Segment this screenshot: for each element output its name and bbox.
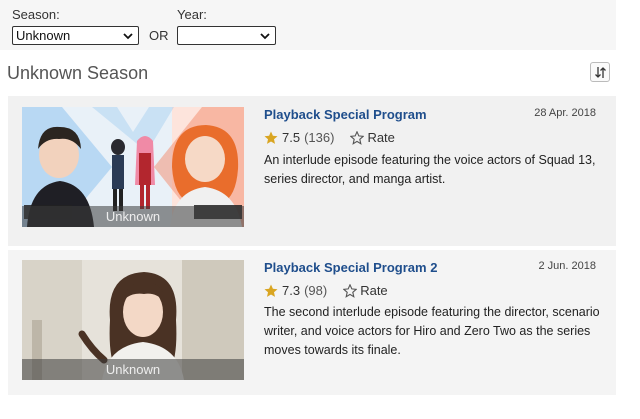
sort-button[interactable] bbox=[590, 62, 610, 82]
thumbnail-caption: Unknown bbox=[22, 359, 244, 380]
star-outline-icon bbox=[343, 283, 358, 298]
episode-rating: 7.5 (136) Rate bbox=[264, 130, 395, 145]
episode-thumbnail[interactable]: Unknown bbox=[22, 107, 244, 227]
rate-label: Rate bbox=[367, 130, 395, 145]
episode-synopsis: An interlude episode featuring the voice… bbox=[264, 153, 596, 186]
episode-title-link[interactable]: Playback Special Program bbox=[264, 107, 427, 122]
year-select[interactable] bbox=[177, 26, 276, 45]
season-select-value: Unknown bbox=[16, 28, 71, 43]
season-label: Season: bbox=[12, 7, 60, 22]
rating-value: 7.5 bbox=[282, 130, 301, 145]
section-title: Unknown Season bbox=[7, 63, 149, 83]
thumbnail-caption: Unknown bbox=[22, 206, 244, 227]
episode-card: Unknown Playback Special Program 28 Apr.… bbox=[8, 96, 616, 246]
year-label: Year: bbox=[177, 7, 207, 22]
star-outline-icon bbox=[350, 130, 365, 145]
chevron-down-icon bbox=[260, 33, 270, 40]
chevron-down-icon bbox=[123, 33, 133, 40]
episode-date: 28 Apr. 2018 bbox=[534, 107, 596, 119]
episode-synopsis: The second interlude episode featuring t… bbox=[264, 305, 600, 357]
rate-button[interactable]: Rate bbox=[343, 283, 388, 298]
star-icon bbox=[264, 131, 278, 144]
rating-votes: (98) bbox=[304, 283, 328, 298]
sort-icon bbox=[595, 67, 606, 78]
or-label: OR bbox=[149, 28, 169, 43]
episode-thumbnail[interactable]: Unknown bbox=[22, 260, 244, 380]
rating-value: 7.3 bbox=[282, 283, 301, 298]
season-select[interactable]: Unknown bbox=[12, 26, 139, 45]
episode-rating: 7.3 (98) Rate bbox=[264, 283, 388, 298]
star-icon bbox=[264, 284, 278, 297]
episode-title-link[interactable]: Playback Special Program 2 bbox=[264, 260, 437, 275]
rate-button[interactable]: Rate bbox=[350, 130, 395, 145]
rate-label: Rate bbox=[360, 283, 388, 298]
rating-votes: (136) bbox=[304, 130, 335, 145]
filter-bar: Season: Unknown OR Year: bbox=[0, 0, 616, 50]
episode-date: 2 Jun. 2018 bbox=[538, 260, 597, 272]
episode-card: Unknown Playback Special Program 2 2 Jun… bbox=[8, 250, 616, 395]
